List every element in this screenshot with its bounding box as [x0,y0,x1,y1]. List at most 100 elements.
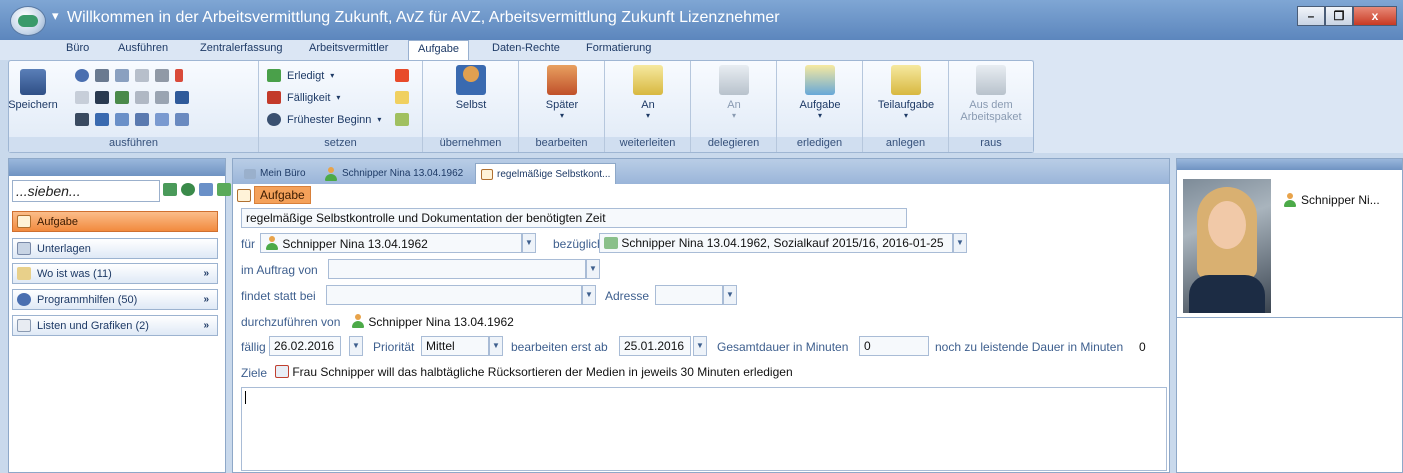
person-icon [265,236,279,250]
bezueglich-select[interactable]: Schnipper Nina 13.04.1962, Sozialkauf 20… [599,233,953,253]
tab-zentralerfassung[interactable]: Zentralerfassung [200,42,283,54]
group-label-ausfuehren: ausführen [9,137,258,152]
sidebar-item-wo-ist-was[interactable]: Wo ist was (11) » [12,263,218,284]
group-label-erledigen: erledigen [777,137,862,152]
restore-button[interactable]: ❐ [1325,6,1353,26]
tab-formatierung[interactable]: Formatierung [586,42,651,54]
sidebar-item-aufgabe[interactable]: Aufgabe [12,211,218,232]
bearbeiten-erst-ab-date-field[interactable]: 25.01.2016 [619,336,691,356]
doc-tab-schnipper-nina[interactable]: Schnipper Nina 13.04.1962 [319,164,468,183]
add-note-icon[interactable] [395,113,409,126]
cursor-icon[interactable] [95,91,109,104]
ziele-value: Frau Schnipper will das halbtägliche Rüc… [292,365,793,379]
close-button[interactable]: x [1353,6,1397,26]
group-label-anlegen: anlegen [863,137,948,152]
app-menu-button[interactable] [10,6,46,36]
people-icon[interactable] [115,91,129,104]
anchor-icon[interactable] [175,91,189,104]
findet-statt-select[interactable] [326,285,582,305]
quick-access-dropdown-icon[interactable]: ▾ [52,8,59,24]
doc-tab-regelmaessige-selbstkontrolle[interactable]: regelmäßige Selbstkont... [475,163,617,184]
bezueglich-dropdown-arrow[interactable]: ▼ [953,233,967,253]
abc-icon[interactable] [155,69,169,82]
list-icon [17,319,31,332]
document-icon[interactable] [155,113,169,126]
filter-icon[interactable] [163,183,177,196]
notes-icon[interactable] [95,69,109,82]
an-weiterleiten-button[interactable]: An ▾ [607,65,689,121]
adresse-dropdown-arrow[interactable]: ▼ [723,285,737,305]
im-auftrag-dropdown-arrow[interactable]: ▼ [586,259,600,279]
erledigt-dropdown[interactable]: Erledigt ▾ [267,69,334,82]
tools-icon[interactable] [135,69,149,82]
group-label-weiterleiten: weiterleiten [605,137,690,152]
tab-aufgabe[interactable]: Aufgabe [408,40,469,61]
task-icon [237,188,251,202]
right-panel: Schnipper Ni... [1176,158,1403,473]
wand-icon[interactable] [135,91,149,104]
image-icon[interactable] [175,113,189,126]
folder-icon [17,267,31,280]
group-label-raus: raus [949,137,1033,152]
an-delegieren-button[interactable]: An ▾ [693,65,775,121]
help-icon[interactable] [75,69,89,82]
tab-arbeitsvermittler[interactable]: Arbeitsvermittler [309,42,388,54]
search-input[interactable]: ...sieben... [12,180,160,202]
im-auftrag-select[interactable] [328,259,586,279]
clipboard-icon[interactable] [155,91,169,104]
save-button[interactable]: Speichern [5,65,61,111]
copy-icon[interactable] [75,91,89,104]
task-title-field[interactable]: regelmäßige Selbstkontrolle und Dokument… [241,208,907,228]
description-textarea[interactable] [241,387,1167,471]
delete-icon[interactable] [175,69,183,82]
fuer-select[interactable]: Schnipper Nina 13.04.1962 [260,233,522,253]
tab-daten-rechte[interactable]: Daten-Rechte [492,42,560,54]
exit-icon[interactable] [75,113,89,126]
chart-icon[interactable] [115,113,129,126]
adresse-select[interactable] [655,285,723,305]
tab-buero[interactable]: Büro [66,42,89,54]
sidebar-item-label: Unterlagen [37,242,91,255]
sidebar-item-programmhilfen[interactable]: Programmhilfen (50) » [12,289,218,310]
fuer-label: für [241,237,256,251]
prioritaet-select[interactable]: Mittel [421,336,489,356]
person-name-link[interactable]: Schnipper Ni... [1283,193,1380,207]
fuer-dropdown-arrow[interactable]: ▼ [522,233,536,253]
table-icon[interactable] [115,69,129,82]
fruehester-beginn-dropdown[interactable]: Frühester Beginn ▾ [267,113,381,126]
text-caret [245,391,246,404]
spaeter-button[interactable]: Später ▾ [521,65,603,121]
aufgabe-erledigen-button[interactable]: Aufgabe ▾ [779,65,861,121]
bezueglich-label: bezüglich [553,237,604,251]
gesamtdauer-field[interactable]: 0 [859,336,929,356]
sidebar-item-unterlagen[interactable]: Unterlagen [12,238,218,259]
chevron-down-icon: » [203,268,209,279]
faelligkeit-dropdown[interactable]: Fälligkeit ▾ [267,91,340,104]
aufgabe-erledigen-label: Aufgabe [799,99,841,111]
durchzufuehren-value-wrap: Schnipper Nina 13.04.1962 [351,314,514,329]
doc-tab-mein-buero[interactable]: Mein Büro [239,164,311,183]
form-subtab-aufgabe[interactable]: Aufgabe [237,186,311,204]
people-search-icon[interactable] [217,183,231,196]
faellig-date-field[interactable]: 26.02.2016 [269,336,341,356]
aus-dem-arbeitspaket-button[interactable]: Aus dem Arbeitspaket [950,65,1032,123]
bearbeiten-erst-ab-dropdown-arrow[interactable]: ▼ [693,336,707,356]
app-logo-icon [18,15,38,27]
tab-ausfuehren[interactable]: Ausführen [118,42,168,54]
minimize-button[interactable]: – [1297,6,1325,26]
teilaufgabe-button[interactable]: Teilaufgabe ▾ [865,65,947,121]
group-ausfuehren: Speichern ausführen [8,61,259,152]
findet-statt-dropdown-arrow[interactable]: ▼ [582,285,596,305]
prioritaet-dropdown-arrow[interactable]: ▼ [489,336,503,356]
link-icon[interactable] [95,113,109,126]
group-label-delegieren: delegieren [691,137,776,152]
grid-icon[interactable] [135,113,149,126]
note-icon[interactable] [395,91,409,104]
office-icon [244,168,256,179]
priority-flag-icon[interactable] [395,69,409,82]
table-search-icon[interactable] [199,183,213,196]
search-icon[interactable] [181,183,195,196]
selbst-button[interactable]: Selbst [430,65,512,111]
faellig-dropdown-arrow[interactable]: ▼ [349,336,363,356]
sidebar-item-listen-und-grafiken[interactable]: Listen und Grafiken (2) » [12,315,218,336]
